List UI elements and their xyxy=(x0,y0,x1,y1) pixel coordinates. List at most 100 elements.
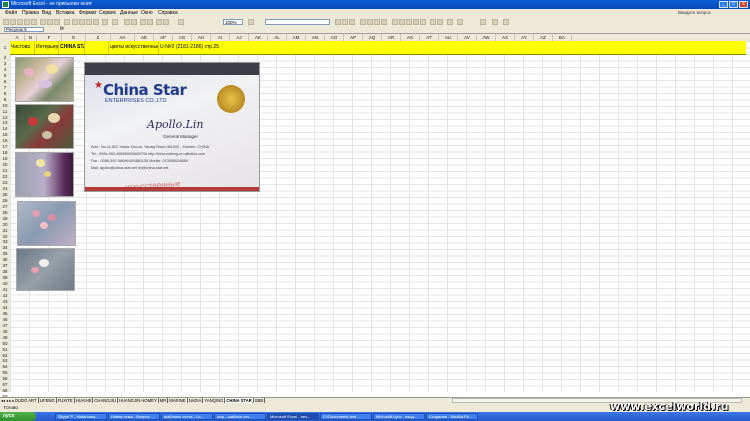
task-skype[interactable]: Skype™ - tristanoma... xyxy=(55,413,107,420)
cell-b1[interactable]: Интерьер xyxy=(35,41,59,54)
row-header[interactable]: 54 xyxy=(0,364,10,369)
tab-china-star[interactable]: CHINA STAR xyxy=(225,398,254,403)
row-header[interactable]: 31 xyxy=(0,228,10,233)
tab-marine[interactable]: MARINE xyxy=(168,398,188,403)
row-header[interactable]: 22 xyxy=(0,174,10,179)
bold-icon[interactable] xyxy=(335,19,341,25)
row-header[interactable]: 25 xyxy=(0,192,10,197)
row-header[interactable]: 9 xyxy=(0,97,10,102)
column-header[interactable]: AK xyxy=(249,34,268,41)
row-header[interactable]: 14 xyxy=(0,126,10,131)
cell-f1[interactable]: CHINA STAR xyxy=(59,41,85,54)
menu-edit[interactable]: Правка xyxy=(22,9,39,18)
row-header[interactable]: 21 xyxy=(0,168,10,173)
product-photo-1[interactable] xyxy=(15,57,74,102)
increase-decimal-icon[interactable] xyxy=(413,19,419,25)
column-header[interactable]: F xyxy=(37,34,62,41)
product-photo-3[interactable] xyxy=(15,152,74,197)
tab-yanqing[interactable]: YANQING xyxy=(203,398,226,403)
increase-indent-icon[interactable] xyxy=(437,19,443,25)
row-header[interactable]: 46 xyxy=(0,317,10,322)
borders-icon[interactable] xyxy=(447,19,453,25)
help-circle-icon[interactable] xyxy=(248,19,254,25)
row-header[interactable]: 45 xyxy=(0,311,10,316)
row-header[interactable]: 28 xyxy=(0,210,10,215)
mail-icon[interactable] xyxy=(31,19,37,25)
row-header[interactable]: 2 xyxy=(0,55,10,60)
fill-color-icon[interactable] xyxy=(480,19,486,25)
column-header[interactable]: AS xyxy=(401,34,420,41)
tab-lifeng[interactable]: LIFENG xyxy=(38,398,57,403)
paste-icon[interactable] xyxy=(86,19,92,25)
row-header[interactable]: 3 xyxy=(0,61,10,66)
row-header[interactable]: 56 xyxy=(0,376,10,381)
menu-insert[interactable]: Вставка xyxy=(56,9,75,18)
column-header[interactable]: AP xyxy=(344,34,363,41)
new-icon[interactable] xyxy=(3,19,9,25)
percent-icon[interactable] xyxy=(399,19,405,25)
decrease-decimal-icon[interactable] xyxy=(420,19,426,25)
row-header[interactable]: 32 xyxy=(0,234,10,239)
task-templates[interactable]: шаблоны счета - Lo... xyxy=(161,413,213,420)
column-header[interactable]: G xyxy=(62,34,86,41)
product-photo-5[interactable] xyxy=(16,248,75,291)
start-button[interactable]: пуск xyxy=(0,412,36,421)
row-header[interactable]: 33 xyxy=(0,239,10,244)
row-header[interactable]: 18 xyxy=(0,150,10,155)
column-header[interactable]: B xyxy=(25,34,37,41)
cell-z1[interactable]: цветы искусственные xyxy=(109,41,159,54)
copy-icon[interactable] xyxy=(79,19,85,25)
row-header[interactable]: 39 xyxy=(0,275,10,280)
cell-g1[interactable] xyxy=(85,41,109,54)
row-header[interactable]: 10 xyxy=(0,103,10,108)
open-icon[interactable] xyxy=(10,19,16,25)
sort-desc-icon[interactable] xyxy=(147,19,153,25)
autosum-icon[interactable] xyxy=(131,19,137,25)
product-photo-2[interactable] xyxy=(15,104,74,149)
task-explorer[interactable]: C:\Documents and ... xyxy=(320,413,372,420)
row-header[interactable]: 26 xyxy=(0,198,10,203)
tab-sbb[interactable]: SBB xyxy=(253,398,266,403)
column-header[interactable]: AT xyxy=(420,34,439,41)
column-header[interactable]: AE xyxy=(135,34,154,41)
column-header[interactable]: BA xyxy=(553,34,572,41)
column-header[interactable]: Z xyxy=(86,34,111,41)
align-center-icon[interactable] xyxy=(367,19,373,25)
print-icon[interactable] xyxy=(40,19,46,25)
row-header[interactable]: 52 xyxy=(0,353,10,358)
row-header[interactable]: 4 xyxy=(0,67,10,72)
redo-icon[interactable] xyxy=(112,19,118,25)
row-header[interactable]: 50 xyxy=(0,341,10,346)
font-color-icon[interactable] xyxy=(492,19,498,25)
undo-icon[interactable] xyxy=(102,19,108,25)
row-header[interactable]: 43 xyxy=(0,299,10,304)
zoom-select[interactable]: 100% xyxy=(223,19,243,25)
menu-format[interactable]: Формат xyxy=(79,9,97,18)
column-header[interactable]: AO xyxy=(325,34,344,41)
product-photo-4[interactable] xyxy=(17,201,76,246)
row-header[interactable]: 13 xyxy=(0,120,10,125)
row-header[interactable]: 19 xyxy=(0,156,10,161)
drawing-icon[interactable] xyxy=(163,19,169,25)
column-header[interactable]: AY xyxy=(515,34,534,41)
row-header[interactable]: 51 xyxy=(0,347,10,352)
row-header[interactable]: 44 xyxy=(0,305,10,310)
print-preview-icon[interactable] xyxy=(47,19,53,25)
permission-icon[interactable] xyxy=(24,19,30,25)
column-header[interactable]: AZ xyxy=(534,34,553,41)
tab-changjiu[interactable]: CHANGJIU xyxy=(93,398,118,403)
cell-ae1[interactable]: U-N#2 (2181-2186) стр.25 xyxy=(159,41,239,54)
tab-nadia[interactable]: NADIA xyxy=(187,398,204,403)
row-header[interactable]: 6 xyxy=(0,79,10,84)
column-header[interactable]: AV xyxy=(458,34,477,41)
menu-help[interactable]: Справка xyxy=(158,9,178,18)
column-header[interactable]: AM xyxy=(287,34,306,41)
row-header[interactable]: 5 xyxy=(0,73,10,78)
sort-asc-icon[interactable] xyxy=(140,19,146,25)
row-header[interactable]: 7 xyxy=(0,85,10,90)
row-header[interactable]: 12 xyxy=(0,115,10,120)
borders-extra-icon[interactable] xyxy=(457,19,463,25)
column-header[interactable]: AA xyxy=(111,34,135,41)
row-header[interactable]: 37 xyxy=(0,263,10,268)
row-header[interactable]: 36 xyxy=(0,257,10,262)
